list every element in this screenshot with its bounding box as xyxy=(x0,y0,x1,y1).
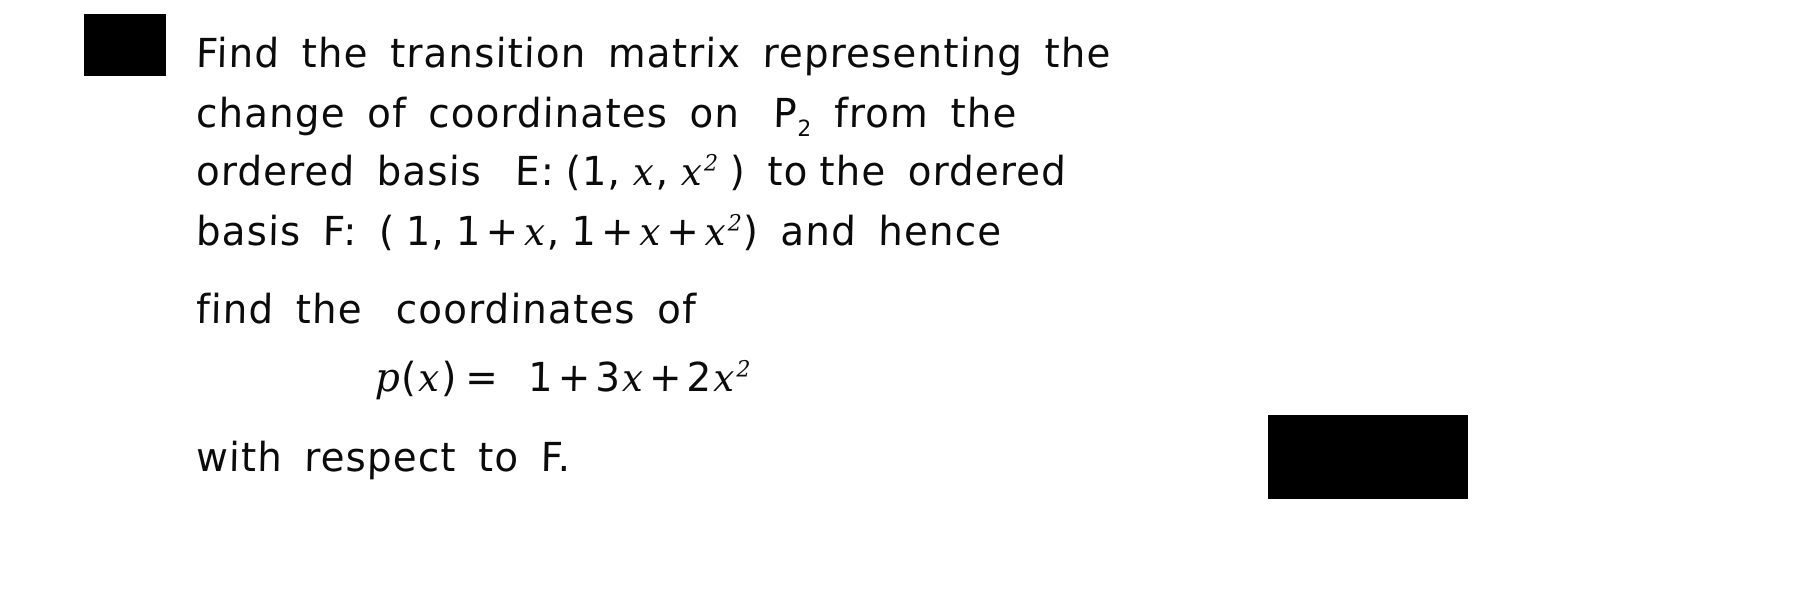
basis-e-tuple: (1, x, x2) xyxy=(565,149,747,195)
text-line-2: change of coordinates on P2 from the xyxy=(195,91,1018,142)
handwritten-text-block: Find the transition matrix representing the c… xyxy=(0,0,1794,590)
word: the xyxy=(295,287,364,333)
word: to xyxy=(477,435,520,481)
paren-close: ) xyxy=(440,355,458,401)
polynomial-equation: p(x) = 1+3x+2x2 xyxy=(374,355,752,401)
basis-f-tuple: (1, 1+ x, 1+ x+ x2) xyxy=(378,209,760,255)
word: on xyxy=(689,91,741,137)
word: coordinates xyxy=(427,91,669,137)
text-line-1: Find the transition matrix representing the xyxy=(195,31,1113,77)
basis-f-label: F xyxy=(322,209,344,255)
text-line-4: basis F: (1, 1+ x, 1+ x+ x2) and hence xyxy=(195,209,1003,255)
word: respect xyxy=(303,435,458,481)
word: of xyxy=(366,91,408,137)
word: the xyxy=(818,149,887,195)
word: and xyxy=(779,209,858,255)
function-name: p xyxy=(374,355,402,401)
word: of xyxy=(656,287,698,333)
text-line-3: ordered basis E: (1, x, x2) to the ordered xyxy=(195,149,1068,195)
word: ordered xyxy=(907,149,1068,195)
colon: : xyxy=(342,209,358,255)
function-argument: x xyxy=(417,356,441,400)
word: basis xyxy=(195,209,302,255)
term-linear: 3x xyxy=(594,355,645,401)
scanned-page: Find the transition matrix representing the c… xyxy=(0,0,1794,590)
colon: : xyxy=(540,149,556,195)
paren-open: ( xyxy=(400,355,418,401)
polynomial-space-symbol: P2 xyxy=(772,91,813,142)
word: find xyxy=(195,287,275,333)
basis-e-label: E xyxy=(514,149,542,195)
word: transition xyxy=(389,31,587,77)
text-line-5: find the coordinates of xyxy=(195,287,698,333)
word: the xyxy=(949,91,1018,137)
word: from xyxy=(833,91,930,137)
equals-sign: = xyxy=(464,355,500,401)
redaction-box-bottom-right xyxy=(1268,415,1468,499)
word: the xyxy=(301,31,370,77)
term-constant: 1 xyxy=(527,355,555,401)
word: the xyxy=(1043,31,1113,77)
word: change xyxy=(195,91,347,137)
plus-sign: + xyxy=(557,355,592,401)
word: to xyxy=(766,149,810,195)
word: matrix xyxy=(607,31,742,77)
word: Find xyxy=(195,31,281,77)
plus-sign: + xyxy=(648,355,684,401)
text-line-7: with respect to F. xyxy=(195,435,572,481)
word: F. xyxy=(540,435,572,481)
word: representing xyxy=(762,31,1024,77)
word: with xyxy=(195,435,284,481)
word: coordinates xyxy=(395,287,637,333)
term-quadratic: 2x2 xyxy=(686,355,752,401)
polynomial-space-degree: 2 xyxy=(797,116,813,142)
word: basis xyxy=(376,149,483,195)
word: hence xyxy=(877,209,1003,255)
word: ordered xyxy=(195,149,356,195)
